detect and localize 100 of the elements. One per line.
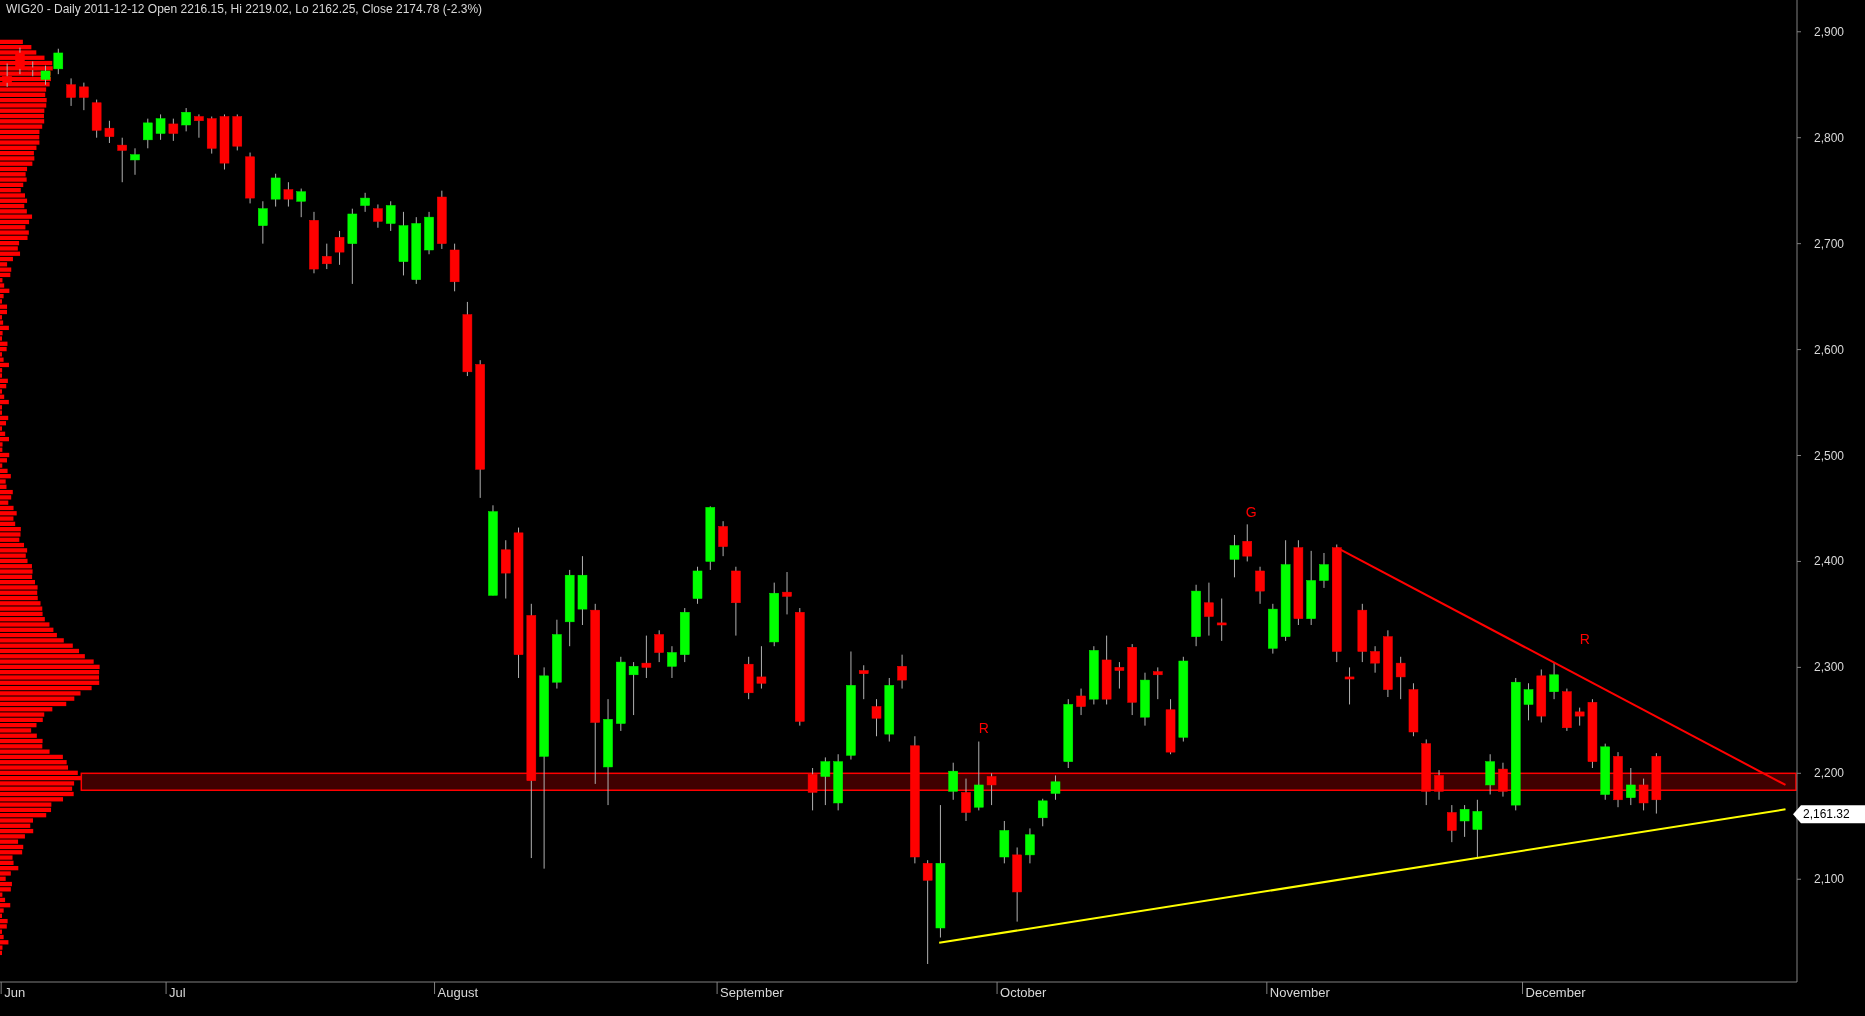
- candlestick: [206, 116, 217, 155]
- candlestick: [667, 645, 677, 679]
- candlestick: [1153, 666, 1163, 700]
- candlestick: [155, 113, 166, 141]
- month-label: October: [1000, 985, 1047, 1000]
- candlestick: [552, 619, 562, 690]
- candlestick: [258, 200, 268, 245]
- candlestick: [66, 77, 76, 107]
- candlestick: [628, 661, 639, 716]
- candlestick: [769, 582, 779, 647]
- candlestick: [1626, 767, 1636, 806]
- candlestick: [449, 243, 460, 292]
- candlestick: [53, 48, 64, 75]
- candlestick: [1037, 798, 1048, 827]
- candlestick: [1472, 799, 1483, 859]
- candlestick: [1638, 778, 1649, 811]
- month-label: December: [1525, 985, 1586, 1000]
- candlestick: [986, 772, 997, 806]
- candlestick: [1574, 707, 1585, 727]
- candlestick: [1319, 552, 1329, 589]
- candlestick: [871, 698, 882, 737]
- candlestick: [897, 654, 907, 690]
- candlestick: [411, 216, 421, 285]
- candlestick: [194, 113, 204, 139]
- candlestick: [1063, 698, 1074, 769]
- candlestick: [1216, 598, 1227, 642]
- candlestick: [309, 211, 319, 274]
- candlestick: [1434, 769, 1444, 801]
- candlestick: [104, 120, 115, 144]
- candlestick: [859, 664, 869, 700]
- candlestick: [143, 118, 153, 149]
- chart-title: WIG20 - Daily 2011-12-12 Open 2216.15, Hi 2219.02, Lo 2162.25, Close 2174.78 (-2.3%): [6, 2, 483, 16]
- candlestick: [1447, 804, 1457, 843]
- candlestick: [641, 635, 652, 679]
- candlestick: [322, 243, 332, 270]
- candlestick: [130, 147, 140, 176]
- y-tick-label: 2,900: [1814, 24, 1844, 39]
- candlestick: [948, 762, 958, 801]
- y-tick-label: 2,500: [1814, 448, 1844, 463]
- candlestick: [91, 99, 102, 139]
- candlestick: [1089, 645, 1099, 705]
- y-tick-label: 2,300: [1814, 660, 1844, 675]
- candlestick: [1140, 672, 1150, 727]
- candlestick: [232, 113, 243, 151]
- candlestick: [1383, 629, 1393, 698]
- y-tick-label: 2,600: [1814, 342, 1844, 357]
- candlestick: [1268, 603, 1278, 655]
- candlestick: [2, 63, 12, 88]
- candlestick: [437, 190, 447, 250]
- month-label: September: [720, 985, 784, 1000]
- candlestick: [1255, 566, 1265, 605]
- candlestick: [833, 753, 843, 811]
- candlestick: [334, 230, 345, 266]
- candlestick: [270, 173, 281, 208]
- candlestick: [360, 192, 370, 213]
- candlestick: [1370, 645, 1380, 674]
- candlestick: [961, 778, 971, 822]
- candlestick: [999, 820, 1010, 864]
- candlestick: [219, 113, 230, 170]
- y-tick-label: 2,800: [1814, 130, 1844, 145]
- month-label: Jul: [169, 985, 186, 1000]
- candlestick: [283, 181, 294, 208]
- candlestick: [168, 118, 179, 142]
- candlestick: [181, 107, 191, 132]
- candlestick: [884, 677, 895, 743]
- candlestick: [1421, 738, 1431, 806]
- candlestick: [1587, 698, 1598, 769]
- candlestick: [398, 211, 409, 276]
- candlestick: [296, 188, 306, 218]
- candlestick: [756, 645, 767, 690]
- candlestick: [807, 767, 818, 811]
- candlestick: [1562, 688, 1572, 732]
- candlestick: [1357, 603, 1368, 663]
- marker-label: R: [978, 720, 989, 737]
- y-tick-label: 2,400: [1814, 554, 1844, 569]
- y-tick-label: 2,200: [1814, 766, 1844, 781]
- candlestick: [1191, 584, 1201, 647]
- candlestick: [1025, 827, 1035, 864]
- month-label: August: [437, 985, 479, 1000]
- candlestick: [782, 571, 792, 615]
- candlestick: [1344, 666, 1355, 705]
- candlestick: [1549, 661, 1559, 700]
- candlestick: [1050, 774, 1061, 801]
- candlestick: [385, 200, 396, 232]
- candlestick: [1485, 753, 1495, 795]
- candlestick: [15, 47, 25, 75]
- candlestick: [654, 629, 664, 663]
- candlestick: [731, 566, 741, 637]
- month-label: Jun: [4, 985, 26, 1000]
- candlestick: [501, 539, 511, 599]
- candlestick: [974, 741, 984, 811]
- candlestick: [1076, 688, 1086, 716]
- marker-label: R: [1579, 631, 1590, 648]
- last-price-label: 2,161.32: [1793, 805, 1865, 824]
- candlestick: [705, 505, 716, 571]
- candlestick: [245, 152, 255, 204]
- candlestick: [1165, 698, 1176, 755]
- candlestick: [1498, 762, 1508, 798]
- y-tick-label: 2,700: [1814, 236, 1844, 251]
- candlestick: [28, 60, 38, 77]
